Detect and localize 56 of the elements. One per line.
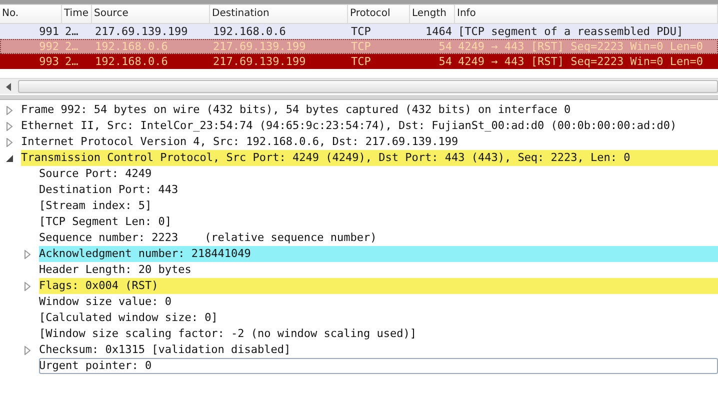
horizontal-scrollbar[interactable]: [0, 78, 718, 94]
tree-item[interactable]: [TCP Segment Len: 0]: [39, 214, 718, 230]
left-arrow-icon[interactable]: [6, 82, 12, 90]
column-header[interactable]: Time: [64, 8, 88, 19]
tree-item[interactable]: [Calculated window size: 0]: [39, 310, 718, 326]
table-cell: 217.69.139.199: [213, 40, 306, 53]
packet-row[interactable]: 993 2… 192.168.0.6 217.69.139.199 TCP 54 4249 → 443 [RST] Seq=2223 Win=0 Len=0: [0, 54, 718, 69]
tree-item[interactable]: Internet Protocol Version 4, Src: 192.168.0.6, Dst: 217.69.139.199: [21, 134, 718, 150]
table-cell: [TCP segment of a reassembled PDU]: [458, 25, 684, 38]
column-header[interactable]: Length: [412, 8, 446, 19]
table-cell: TCP: [351, 25, 371, 38]
table-cell: TCP: [351, 40, 371, 53]
tree-item[interactable]: Header Length: 20 bytes: [39, 262, 718, 278]
table-cell: 4249 → 443 [RST] Seq=2223 Win=0 Len=0: [458, 40, 704, 53]
expand-arrow-icon[interactable]: [24, 282, 31, 290]
column-header[interactable]: Destination: [212, 8, 270, 19]
table-cell: 217.69.139.199: [213, 55, 306, 68]
tree-item[interactable]: Urgent pointer: 0: [39, 358, 718, 374]
tree-item[interactable]: Acknowledgment number: 218441049: [39, 246, 718, 262]
table-cell: 2…: [65, 40, 78, 53]
table-cell: 192.168.0.6: [95, 40, 168, 53]
table-cell: 192.168.0.6: [95, 55, 168, 68]
table-cell: 217.69.139.199: [95, 25, 188, 38]
tree-item[interactable]: Frame 992: 54 bytes on wire (432 bits), 54 bytes captured (432 bits) on interface 0: [21, 102, 718, 118]
expand-arrow-icon[interactable]: [6, 106, 13, 114]
table-cell: 2…: [65, 25, 78, 38]
column-header[interactable]: Info: [457, 8, 476, 19]
tree-item[interactable]: Checksum: 0x1315 [validation disabled]: [39, 342, 718, 358]
column-header[interactable]: No.: [2, 8, 19, 19]
column-header[interactable]: Protocol: [350, 8, 390, 19]
expand-arrow-icon[interactable]: [6, 122, 13, 130]
table-cell: 54: [438, 40, 452, 53]
expand-arrow-icon[interactable]: [24, 346, 31, 354]
table-cell: 192.168.0.6: [213, 25, 286, 38]
tree-item[interactable]: Window size value: 0: [39, 294, 718, 310]
table-cell: 992: [39, 40, 59, 53]
table-cell: 54: [438, 55, 452, 68]
column-header[interactable]: Source: [94, 8, 128, 19]
tree-item[interactable]: Ethernet II, Src: IntelCor_23:54:74 (94:65:9c:23:54:74), Dst: FujianSt_00:ad:d0 (00:0b:00:00:ad:d0): [21, 118, 718, 134]
expand-arrow-icon[interactable]: [6, 138, 13, 146]
tree-item[interactable]: Destination Port: 443: [39, 182, 718, 198]
table-cell: 993: [39, 55, 59, 68]
tree-item[interactable]: Sequence number: 2223 (relative sequence number): [39, 230, 718, 246]
tree-item[interactable]: Source Port: 4249: [39, 166, 718, 182]
table-cell: 1464: [426, 25, 452, 38]
packet-row[interactable]: 991 2… 217.69.139.199 192.168.0.6 TCP 1464 [TCP segment of a reassembled PDU]: [0, 24, 718, 39]
table-cell: TCP: [351, 55, 371, 68]
table-cell: 2…: [65, 55, 78, 68]
tree-item[interactable]: Transmission Control Protocol, Src Port: 4249 (4249), Dst Port: 443 (443), Seq: 2223, Len: 0: [21, 150, 718, 166]
table-cell: 4249 → 443 [RST] Seq=2223 Win=0 Len=0: [458, 55, 704, 68]
expand-arrow-icon[interactable]: [24, 250, 31, 258]
tree-item[interactable]: [Stream index: 5]: [39, 198, 718, 214]
tree-item[interactable]: [Window size scaling factor: -2 (no window scaling used)]: [39, 326, 718, 342]
tree-item[interactable]: Flags: 0x004 (RST): [39, 278, 718, 294]
table-cell: 991: [39, 25, 59, 38]
collapse-arrow-icon[interactable]: [6, 154, 13, 162]
